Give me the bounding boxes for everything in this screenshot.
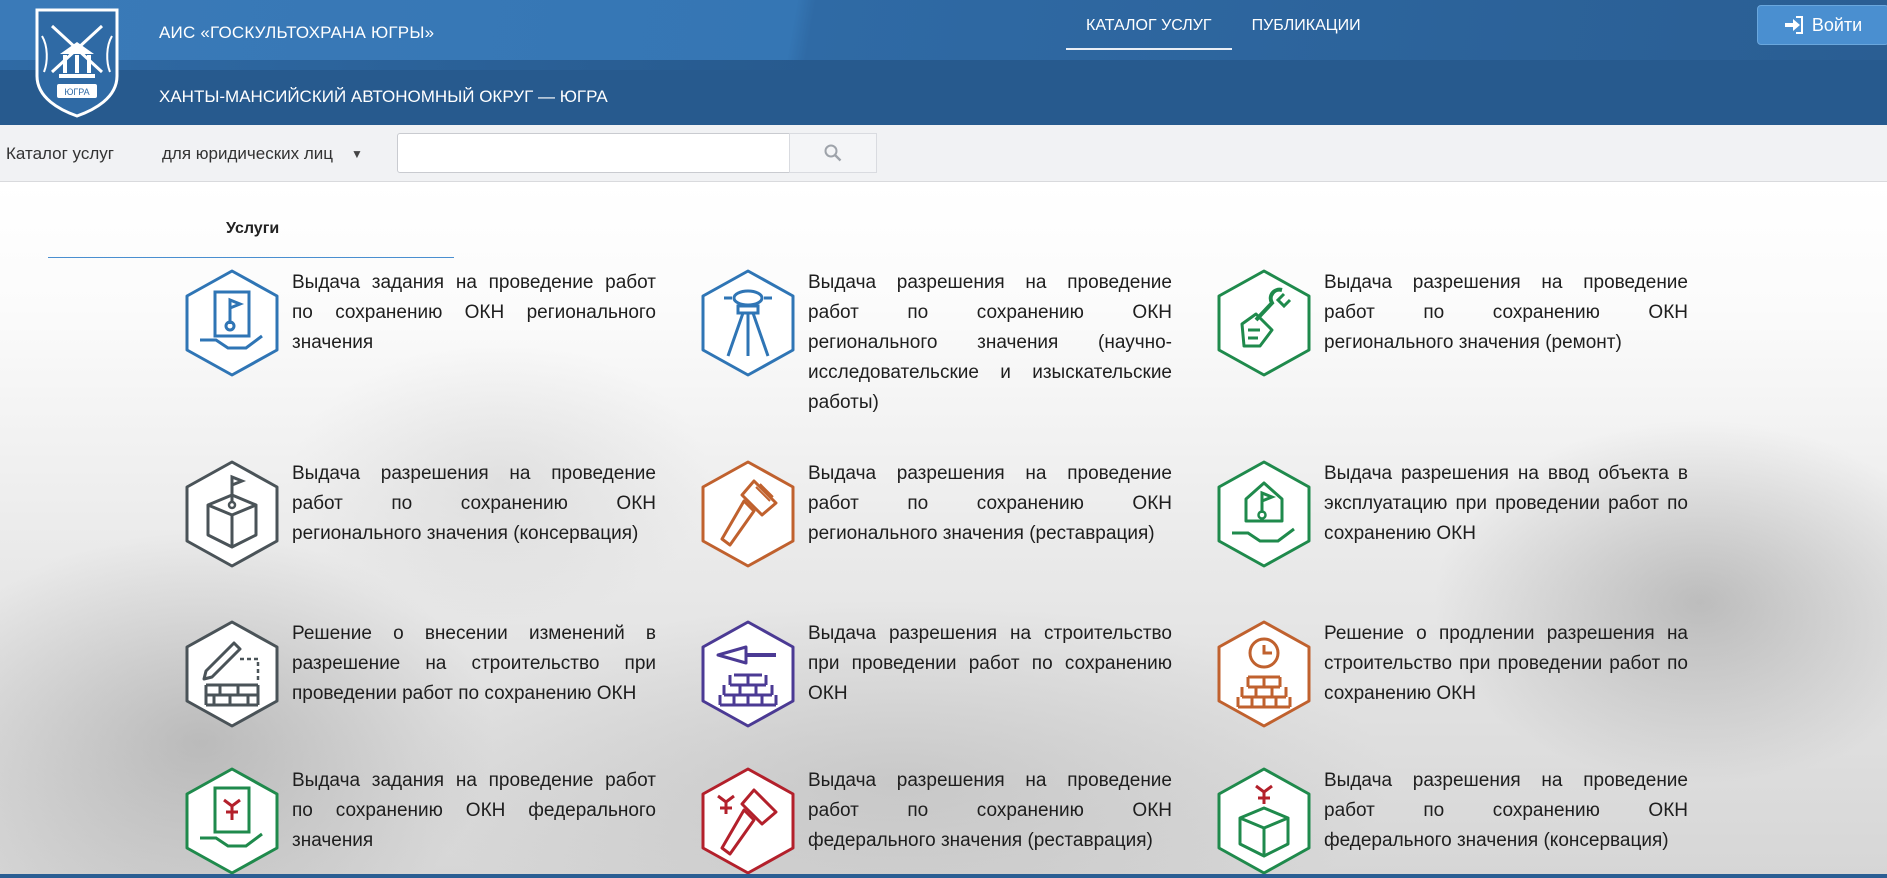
service-item[interactable]: Решение о продлении разрешения на строит… — [1212, 619, 1732, 769]
service-item[interactable]: Выдача задания на проведение работ по со… — [180, 268, 700, 418]
site-title[interactable]: АИС «ГОСКУЛЬТОХРАНА ЮГРЫ» — [159, 23, 434, 43]
catalog-label: Каталог услуг — [6, 144, 114, 163]
wrench-hand-icon — [1217, 269, 1311, 377]
house-flag-hand-icon — [1217, 460, 1311, 568]
paintbrush-icon — [701, 460, 795, 568]
tab-services[interactable]: Услуги — [48, 182, 454, 258]
document-eagle-hand-icon — [185, 767, 279, 875]
bricks-pencil-icon — [185, 620, 279, 728]
site-subtitle: ХАНТЫ-МАНСИЙСКИЙ АВТОНОМНЫЙ ОКРУГ — ЮГРА — [159, 87, 608, 106]
services-area: Услуги Выдача задания на проведение рабо… — [0, 182, 1887, 878]
search-button[interactable] — [789, 133, 877, 173]
service-item[interactable]: Выдача разрешения на ввод объекта в эксп… — [1212, 459, 1732, 609]
box-flag-icon — [185, 460, 279, 568]
audience-select[interactable]: для юридических лиц ▼ — [162, 144, 363, 164]
service-title: Решение о внесении изменений в разрешени… — [292, 623, 656, 704]
service-item[interactable]: Выдача разрешения на строительство при п… — [696, 619, 1216, 769]
coat-of-arms-logo[interactable]: ЮГРА — [32, 6, 122, 118]
service-title: Выдача разрешения на проведение работ по… — [1324, 272, 1688, 353]
service-title: Выдача задания на проведение работ по со… — [292, 770, 656, 851]
service-title: Выдача разрешения на проведение работ по… — [808, 272, 1172, 413]
search-icon — [824, 144, 842, 162]
eagle-box-icon — [1217, 767, 1311, 875]
service-item[interactable]: Выдача задания на проведение работ по со… — [180, 766, 700, 878]
service-title: Выдача разрешения на проведение работ по… — [292, 463, 656, 544]
service-item[interactable]: Выдача разрешения на проведение работ по… — [180, 459, 700, 609]
sign-in-icon — [1784, 16, 1803, 34]
caret-down-icon: ▼ — [351, 147, 363, 161]
service-item[interactable]: Выдача разрешения на проведение работ по… — [696, 268, 1216, 418]
service-title: Решение о продлении разрешения на строит… — [1324, 623, 1688, 704]
tab-services-label: Услуги — [226, 220, 280, 237]
footer-edge — [0, 874, 1887, 878]
search-bar: Каталог услуг для юридических лиц ▼ — [0, 125, 1887, 182]
service-item[interactable]: Выдача разрешения на проведение работ по… — [696, 766, 1216, 878]
document-flag-hand-icon — [185, 269, 279, 377]
trowel-bricks-icon — [701, 620, 795, 728]
main-nav: КАТАЛОГ УСЛУГ ПУБЛИКАЦИИ — [1066, 0, 1381, 50]
theodolite-icon — [701, 269, 795, 377]
login-label: Войти — [1811, 14, 1863, 35]
logo-text: ЮГРА — [64, 87, 89, 97]
clock-bricks-icon — [1217, 620, 1311, 728]
service-title: Выдача разрешения на строительство при п… — [808, 623, 1172, 704]
search-input[interactable] — [397, 133, 790, 173]
service-title: Выдача разрешения на проведение работ по… — [1324, 770, 1688, 851]
audience-select-value: для юридических лиц — [162, 144, 334, 163]
service-title: Выдача разрешения на ввод объекта в эксп… — [1324, 463, 1688, 544]
service-item[interactable]: Выдача разрешения на проведение работ по… — [1212, 766, 1732, 878]
login-button[interactable]: Войти — [1757, 5, 1887, 45]
service-title: Выдача разрешения на проведение работ по… — [808, 463, 1172, 544]
service-item[interactable]: Решение о внесении изменений в разрешени… — [180, 619, 700, 769]
service-item[interactable]: Выдача разрешения на проведение работ по… — [1212, 268, 1732, 418]
nav-publications[interactable]: ПУБЛИКАЦИИ — [1232, 0, 1381, 50]
nav-catalog[interactable]: КАТАЛОГ УСЛУГ — [1066, 0, 1232, 50]
header: ЮГРА АИС «ГОСКУЛЬТОХРАНА ЮГРЫ» ХАНТЫ-МАН… — [0, 0, 1887, 125]
eagle-paintbrush-icon — [701, 767, 795, 875]
service-item[interactable]: Выдача разрешения на проведение работ по… — [696, 459, 1216, 609]
service-title: Выдача задания на проведение работ по со… — [292, 272, 656, 353]
service-title: Выдача разрешения на проведение работ по… — [808, 770, 1172, 851]
